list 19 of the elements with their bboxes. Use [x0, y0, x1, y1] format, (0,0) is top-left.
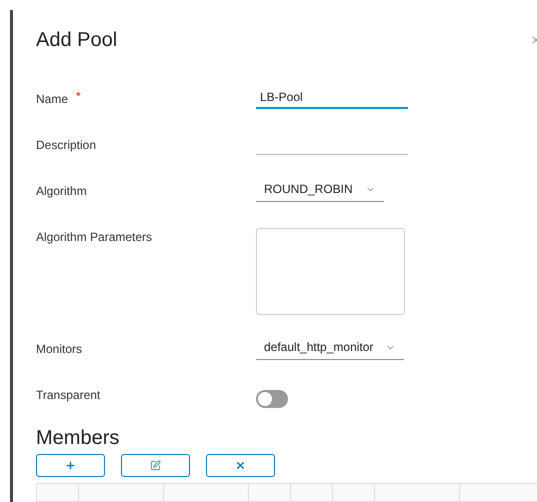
select-field[interactable]: default_http_monitor: [256, 336, 404, 360]
field-label: Description: [36, 137, 96, 154]
field-label: Transparent: [36, 387, 100, 404]
dialog-title: Add Pool: [36, 28, 118, 53]
select-field[interactable]: ROUND_ROBIN: [256, 178, 384, 202]
delete-button[interactable]: [206, 454, 275, 477]
field-label: Algorithm: [36, 183, 87, 200]
text-area[interactable]: [256, 228, 405, 315]
field-label: Algorithm Parameters: [36, 229, 152, 246]
close-icon: [235, 460, 246, 471]
field-label: Name: [36, 91, 68, 108]
section-heading: Members: [36, 426, 120, 450]
pencil-square-icon: [150, 460, 161, 471]
plus-icon: [65, 460, 76, 471]
field-label: Monitors: [36, 341, 82, 358]
required-asterisk: *: [76, 90, 81, 102]
toggle-switch[interactable]: [256, 390, 288, 408]
edit-button[interactable]: [121, 454, 190, 477]
add-button[interactable]: [36, 454, 105, 477]
